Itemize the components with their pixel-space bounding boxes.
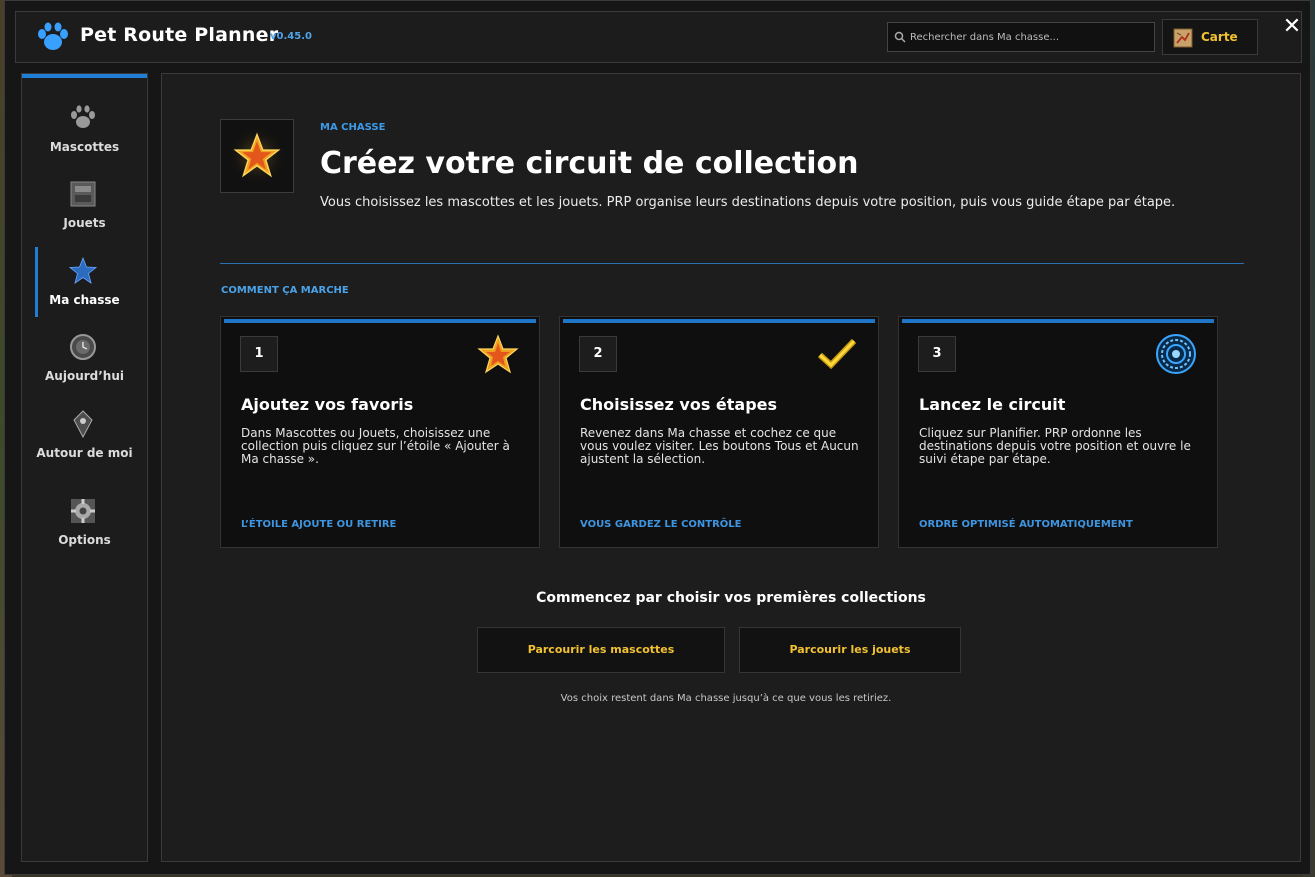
star-icon <box>477 334 519 374</box>
step-number: 3 <box>918 336 956 372</box>
search-box[interactable] <box>887 22 1155 52</box>
portal-icon <box>1156 334 1196 374</box>
app-title: Pet Route Planner <box>80 24 279 46</box>
sidebar-item-aujourdhui[interactable]: Aujourd’hui <box>22 333 147 405</box>
app-version: v0.45.0 <box>270 31 312 42</box>
sidebar-item-autour-de-moi[interactable]: Autour de moi <box>22 410 147 482</box>
browse-pets-button[interactable]: Parcourir les mascottes <box>477 627 725 673</box>
hero-title: Créez votre circuit de collection <box>320 146 859 181</box>
section-divider <box>220 263 1244 264</box>
toy-chest-icon <box>70 181 96 207</box>
step-footer: VOUS GARDEZ LE CONTRÔLE <box>580 519 742 530</box>
close-button[interactable]: ✕ <box>1282 16 1302 39</box>
hero-description: Vous choisissez les mascottes et les jou… <box>320 195 1176 210</box>
step-card-3: 3 Lancez le circuit Cliquez sur Planifie… <box>898 316 1218 548</box>
step-description: Cliquez sur Planifier. PRP ordonne les d… <box>919 426 1191 466</box>
sidebar-item-label: Jouets <box>63 216 106 230</box>
sidebar-item-label: Options <box>58 533 111 547</box>
step-number: 1 <box>240 336 278 372</box>
sidebar-item-label: Aujourd’hui <box>45 369 124 383</box>
main-panel: MA CHASSE Créez votre circuit de collect… <box>161 73 1301 862</box>
title-bar: Pet Route Planner v0.45.0 Carte <box>15 11 1302 63</box>
step-card-2: 2 Choisissez vos étapes Revenez dans Ma … <box>559 316 879 548</box>
sidebar-item-options[interactable]: Options <box>22 497 147 569</box>
clock-icon <box>70 334 96 360</box>
step-title: Lancez le circuit <box>919 395 1066 414</box>
step-number: 2 <box>579 336 617 372</box>
cta-note: Vos choix restent dans Ma chasse jusqu’à… <box>560 693 892 704</box>
search-input[interactable] <box>910 23 1150 51</box>
step-footer: L’ÉTOILE AJOUTE OU RETIRE <box>241 519 397 530</box>
step-description: Dans Mascottes ou Jouets, choisissez une… <box>241 426 510 466</box>
sidebar-item-label: Ma chasse <box>49 293 120 307</box>
sidebar-item-jouets[interactable]: Jouets <box>22 180 147 252</box>
app-window: Pet Route Planner v0.45.0 Carte ✕ <box>4 0 1311 875</box>
step-card-1: 1 Ajoutez vos favoris Dans Mascottes ou … <box>220 316 540 548</box>
step-card-accent <box>902 319 1214 323</box>
map-button-label: Carte <box>1201 30 1238 44</box>
step-description: Revenez dans Ma chasse et cochez ce que … <box>580 426 859 466</box>
sidebar: Mascottes Jouets Ma chasse Aujourd’hui A… <box>21 73 148 862</box>
map-icon <box>1173 28 1193 48</box>
paw-logo-icon <box>38 22 68 50</box>
sidebar-item-label: Autour de moi <box>36 446 133 460</box>
paw-icon <box>71 105 95 128</box>
sidebar-active-marker <box>35 247 38 317</box>
cta-title: Commencez par choisir vos premières coll… <box>536 590 926 606</box>
step-title: Choisissez vos étapes <box>580 395 778 414</box>
sidebar-accent-bar <box>22 74 147 78</box>
hero-icon-frame <box>220 119 294 193</box>
sidebar-item-label: Mascottes <box>49 140 120 154</box>
compass-icon <box>73 410 93 438</box>
map-button[interactable]: Carte <box>1162 19 1258 55</box>
gear-icon <box>71 499 95 523</box>
star-icon <box>227 126 287 186</box>
how-it-works-label: COMMENT ÇA MARCHE <box>221 285 349 296</box>
star-icon <box>69 257 97 284</box>
step-footer: ORDRE OPTIMISÉ AUTOMATIQUEMENT <box>919 519 1133 530</box>
browse-toys-button[interactable]: Parcourir les jouets <box>739 627 961 673</box>
hero-kicker: MA CHASSE <box>320 122 386 133</box>
step-card-accent <box>224 319 536 323</box>
step-card-accent <box>563 319 875 323</box>
checkmark-icon <box>817 338 857 370</box>
step-title: Ajoutez vos favoris <box>241 395 414 414</box>
sidebar-item-mascottes[interactable]: Mascottes <box>22 104 147 176</box>
sidebar-item-ma-chasse[interactable]: Ma chasse <box>22 257 147 329</box>
search-icon <box>894 31 906 43</box>
